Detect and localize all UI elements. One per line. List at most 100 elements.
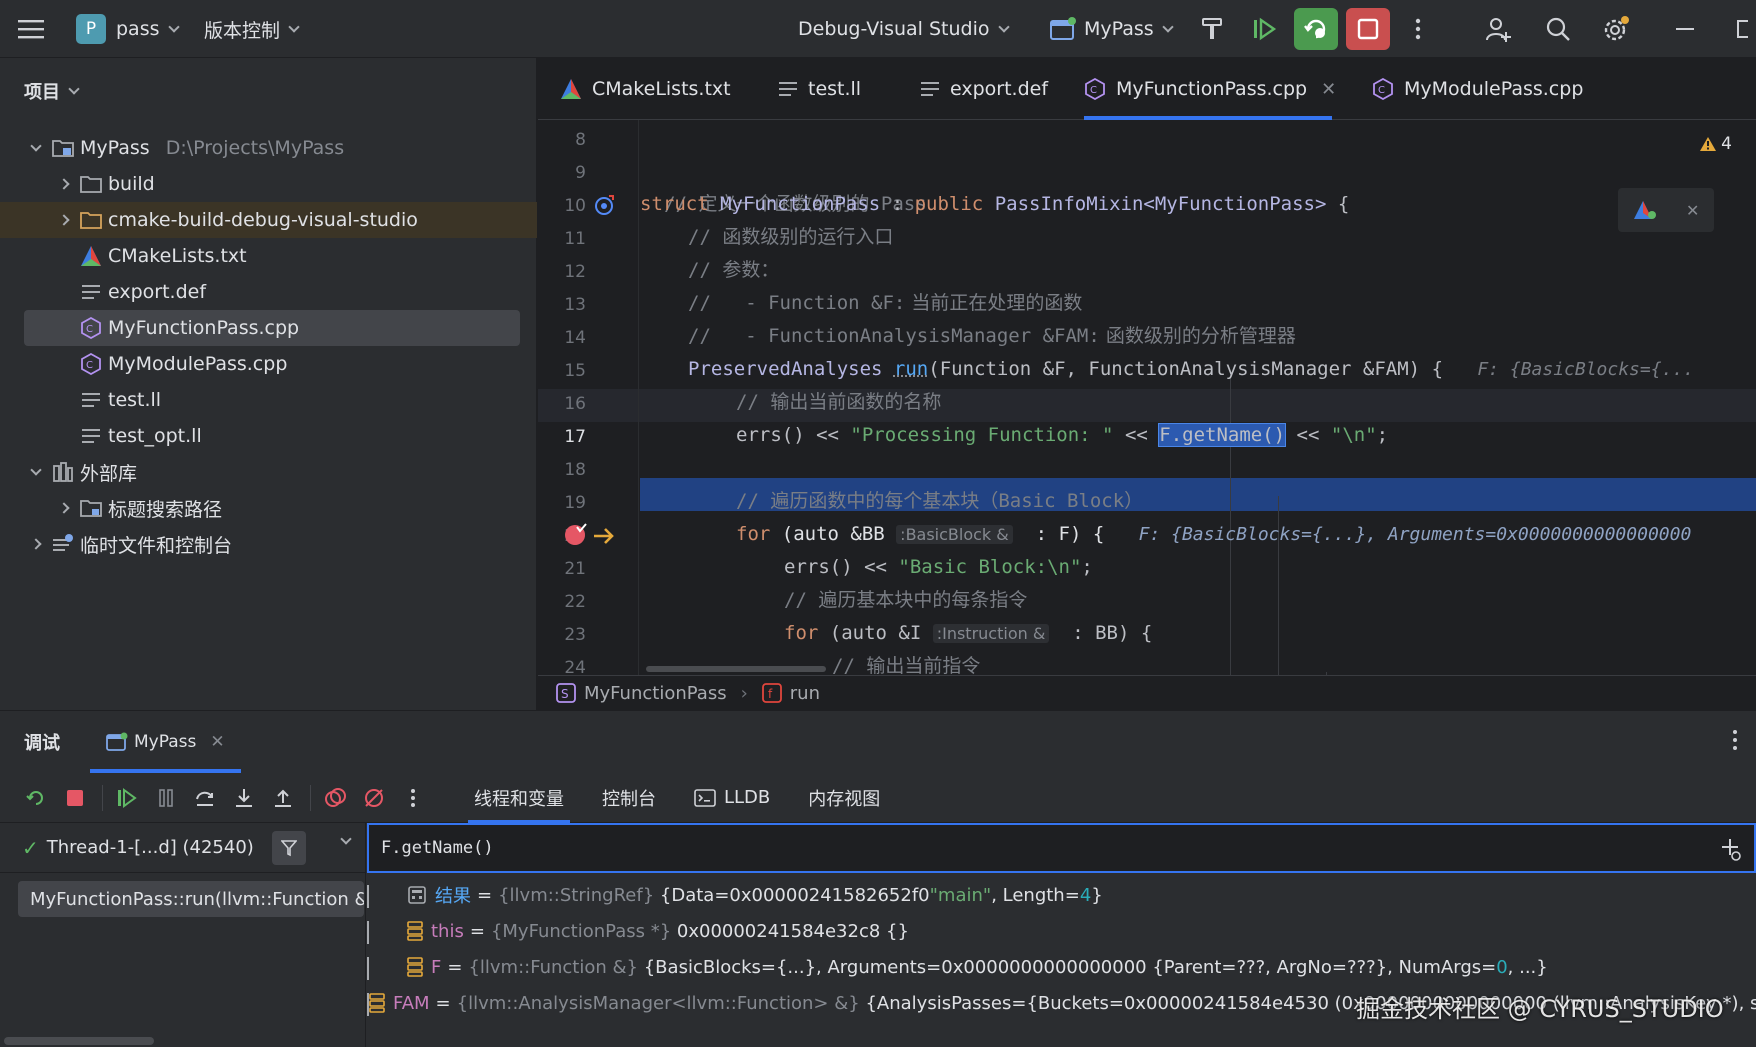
line-number: 24 (538, 658, 586, 675)
token: ; (1081, 556, 1092, 578)
project-panel-header[interactable]: 项目 (24, 78, 78, 104)
expand-arrow-icon[interactable] (26, 130, 46, 166)
check-icon: ✓ (22, 836, 39, 860)
expand-arrow-icon[interactable] (367, 957, 407, 978)
cpp-file-icon: C (80, 353, 102, 375)
close-tab-icon[interactable]: ✕ (210, 732, 224, 752)
expand-arrow-icon[interactable] (26, 454, 46, 490)
stop-button[interactable] (1346, 8, 1390, 50)
more-vertical-icon[interactable] (395, 780, 431, 816)
variable-row[interactable]: 结果 = {llvm::StringRef} {Data=0x000002415… (367, 877, 1756, 913)
folder-icon (80, 497, 102, 519)
tab-label: test.ll (808, 78, 861, 100)
search-button[interactable] (1536, 8, 1580, 50)
tree-item-scratches[interactable]: 临时文件和控制台 (0, 526, 537, 562)
svg-text:C: C (86, 360, 93, 371)
breakpoint-icon[interactable] (564, 523, 588, 552)
more-actions-button[interactable] (1396, 8, 1440, 50)
chevron-down-icon (68, 83, 79, 94)
tab-myfunctionpass[interactable]: C MyFunctionPass.cpp ✕ (1084, 58, 1332, 120)
tree-item-myfunctionpass[interactable]: C MyFunctionPass.cpp (24, 310, 520, 346)
filter-icon[interactable] (272, 831, 306, 865)
tree-item-build[interactable]: build (0, 166, 537, 202)
variable-row[interactable]: F = {llvm::Function &} {BasicBlocks={...… (367, 949, 1756, 985)
cmake-reload-icon[interactable] (1633, 199, 1657, 221)
tree-root-mypass[interactable]: MyPass D:\Projects\MyPass (0, 130, 537, 166)
comment: // 遍历函数中的每个基本块 (736, 490, 979, 512)
thread-selector[interactable]: ✓ Thread-1-[...d] (42540) (0, 823, 366, 873)
variable-type: {llvm::Function &} (468, 957, 638, 978)
rerun-debug-button[interactable] (1294, 8, 1338, 50)
expand-arrow-icon[interactable] (367, 921, 407, 942)
tree-item-test-opt-ll[interactable]: test_opt.ll (0, 418, 537, 454)
mute-breakpoints-icon[interactable] (356, 780, 392, 816)
tab-memory-view[interactable]: 内存视图 (808, 773, 880, 823)
settings-button[interactable] (1594, 8, 1638, 50)
expand-arrow-icon[interactable] (26, 526, 46, 562)
tab-mymodulepass[interactable]: C MyModulePass.cpp (1372, 58, 1583, 120)
horizontal-scrollbar[interactable] (4, 1037, 154, 1045)
implements-gutter-icon[interactable] (594, 194, 616, 221)
tree-item-mymodulepass[interactable]: C MyModulePass.cpp (0, 346, 537, 382)
chevron-down-icon[interactable] (340, 833, 351, 844)
expand-arrow-icon[interactable] (367, 885, 407, 906)
tab-export-def[interactable]: export.def (920, 58, 1048, 120)
breadcrumb-struct[interactable]: MyFunctionPass (584, 683, 727, 704)
build-button[interactable] (1190, 8, 1234, 50)
variable-row[interactable]: this = {MyFunctionPass *} 0x00000241584e… (367, 913, 1756, 949)
tree-item-header-search-paths[interactable]: 标题搜索路径 (0, 490, 537, 526)
tree-item-export-def[interactable]: export.def (0, 274, 537, 310)
tree-item-test-ll[interactable]: test.ll (0, 382, 537, 418)
code-editor[interactable]: 8 9 10 11 12 13 14 15 16 17 18 19 20 21 … (538, 120, 1756, 675)
tab-cmakelists[interactable]: CMakeLists.txt (560, 58, 731, 120)
run-target-selector[interactable]: MyPass (1050, 0, 1172, 58)
rerun-icon[interactable] (18, 780, 54, 816)
tree-item-external-libs[interactable]: 外部库 (0, 454, 537, 490)
minimize-button[interactable] (1664, 8, 1708, 50)
breadcrumb-method[interactable]: run (790, 683, 820, 704)
tab-console[interactable]: 控制台 (602, 773, 656, 823)
maximize-button[interactable] (1722, 8, 1756, 50)
step-over-icon[interactable] (187, 780, 223, 816)
debug-session-tab[interactable]: MyPass ✕ (106, 711, 225, 773)
resume-icon[interactable] (109, 780, 145, 816)
view-breakpoints-icon[interactable] (317, 780, 353, 816)
evaluate-expression-input[interactable]: F.getName() (367, 823, 1756, 873)
tree-label: MyFunctionPass.cpp (108, 317, 299, 339)
expand-arrow-icon[interactable] (54, 166, 74, 202)
debug-title: 调试 (24, 729, 60, 755)
resume-button[interactable] (1242, 8, 1286, 50)
add-user-button[interactable] (1476, 8, 1520, 50)
tree-item-cmakelists[interactable]: CMakeLists.txt (0, 238, 537, 274)
close-tab-icon[interactable]: ✕ (1321, 79, 1336, 100)
comment: // 参数： (688, 259, 779, 281)
expand-arrow-icon[interactable] (54, 490, 74, 526)
frame-label: MyFunctionPass::run(llvm::Function &, (30, 889, 364, 910)
stack-frame[interactable]: MyFunctionPass::run(llvm::Function &, (18, 881, 364, 917)
pause-icon[interactable] (148, 780, 184, 816)
expand-arrow-icon[interactable] (54, 202, 74, 238)
vcs-menu[interactable]: 版本控制 (204, 0, 298, 58)
variable-name: this (431, 921, 464, 942)
editor-tab-bar: CMakeLists.txt test.ll export.def C MyFu… (538, 58, 1756, 120)
variable-value: 0x00000241584e32c8 {} (677, 921, 909, 942)
code-line-11: // 函数级别的运行入口 (688, 221, 893, 254)
run-config-selector[interactable]: Debug-Visual Studio (798, 0, 1008, 58)
inspection-widget[interactable]: 4 (1699, 134, 1732, 154)
tab-threads-variables[interactable]: 线程和变量 (474, 773, 564, 823)
step-out-icon[interactable] (265, 780, 301, 816)
inline-debug-value: F: {BasicBlocks={... (1477, 359, 1694, 380)
more-vertical-icon[interactable] (1732, 729, 1738, 756)
main-menu-button[interactable] (18, 0, 44, 58)
stop-icon[interactable] (57, 780, 93, 816)
tab-test-ll[interactable]: test.ll (778, 58, 861, 120)
step-into-icon[interactable] (226, 780, 262, 816)
tab-lldb[interactable]: LLDB (694, 773, 770, 823)
add-watch-icon[interactable] (1718, 837, 1742, 866)
horizontal-scrollbar[interactable] (646, 666, 826, 672)
selected-expression[interactable]: F.getName() (1159, 424, 1285, 446)
close-icon[interactable]: ✕ (1686, 201, 1699, 220)
tree-item-cmake-build[interactable]: cmake-build-debug-visual-studio (0, 202, 537, 238)
project-switcher[interactable]: P pass (76, 0, 178, 58)
equals: = (477, 885, 492, 906)
